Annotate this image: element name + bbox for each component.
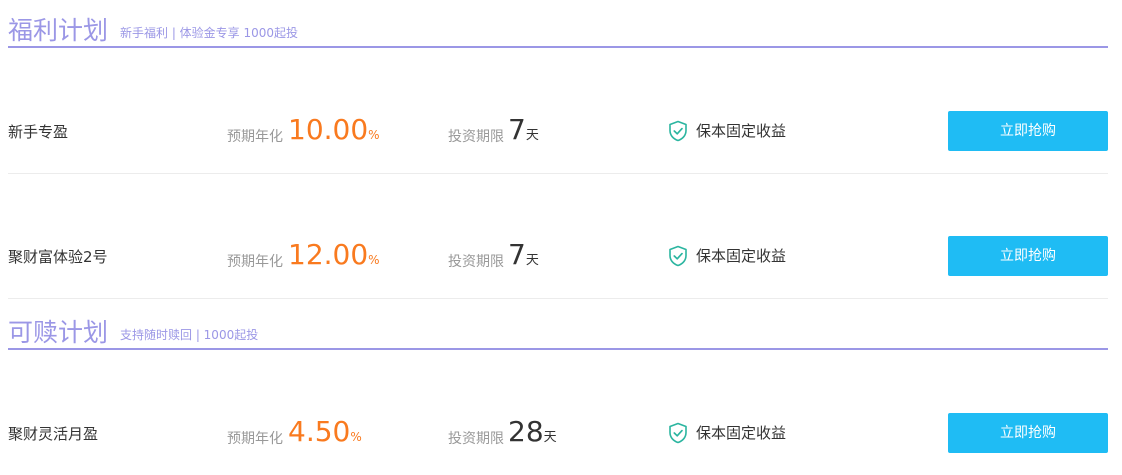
product-row: 新手专盈 预期年化 10.00% 投资期限 7天 保本固定收益 立即抢购 bbox=[8, 48, 1108, 174]
rate-number: 10.00 bbox=[288, 113, 369, 146]
buy-now-button[interactable]: 立即抢购 bbox=[948, 111, 1108, 151]
rate-unit: % bbox=[350, 430, 362, 444]
term-value: 7天 bbox=[508, 114, 539, 152]
shield-check-icon bbox=[669, 422, 687, 444]
guarantee-text: 保本固定收益 bbox=[696, 247, 787, 265]
product-name: 新手专盈 bbox=[8, 123, 69, 141]
term-number: 28 bbox=[508, 415, 544, 448]
guarantee-text: 保本固定收益 bbox=[696, 424, 787, 442]
term-label: 投资期限 bbox=[448, 129, 504, 145]
rate-number: 4.50 bbox=[288, 415, 351, 448]
rate-value: 12.00% bbox=[288, 239, 380, 276]
rate-value: 10.00% bbox=[288, 114, 380, 151]
term-number: 7 bbox=[508, 113, 526, 146]
term-value: 28天 bbox=[508, 416, 557, 454]
term-unit: 天 bbox=[525, 253, 539, 268]
rate-unit: % bbox=[368, 253, 380, 267]
term-number: 7 bbox=[508, 238, 526, 271]
term-label: 投资期限 bbox=[448, 431, 504, 447]
section-title: 可赎计划 bbox=[8, 318, 109, 347]
shield-check-icon bbox=[669, 245, 687, 267]
buy-now-button[interactable]: 立即抢购 bbox=[948, 236, 1108, 276]
section-header-welfare: 福利计划 新手福利 | 体验金专享 1000起投 bbox=[8, 16, 1108, 48]
rate-number: 12.00 bbox=[288, 238, 369, 271]
product-row: 聚财富体验2号 预期年化 12.00% 投资期限 7天 保本固定收益 立即抢购 bbox=[8, 173, 1108, 299]
product-name: 聚财富体验2号 bbox=[8, 248, 108, 266]
term-unit: 天 bbox=[525, 128, 539, 143]
term-value: 7天 bbox=[508, 239, 539, 277]
product-row: 聚财灵活月盈 预期年化 4.50% 投资期限 28天 保本固定收益 立即抢购 bbox=[8, 350, 1108, 475]
guarantee-text: 保本固定收益 bbox=[696, 122, 787, 140]
rate-unit: % bbox=[368, 128, 380, 142]
buy-now-button[interactable]: 立即抢购 bbox=[948, 413, 1108, 453]
section-subtitle: 支持随时赎回 | 1000起投 bbox=[120, 328, 259, 342]
section-subtitle: 新手福利 | 体验金专享 1000起投 bbox=[120, 26, 299, 40]
term-unit: 天 bbox=[543, 430, 557, 445]
term-label: 投资期限 bbox=[448, 254, 504, 270]
rate-label: 预期年化 bbox=[227, 254, 283, 270]
section-header-redeemable: 可赎计划 支持随时赎回 | 1000起投 bbox=[8, 318, 1108, 350]
section-title: 福利计划 bbox=[8, 16, 109, 45]
shield-check-icon bbox=[669, 120, 687, 142]
rate-label: 预期年化 bbox=[227, 129, 283, 145]
product-name: 聚财灵活月盈 bbox=[8, 425, 99, 443]
rate-label: 预期年化 bbox=[227, 431, 283, 447]
rate-value: 4.50% bbox=[288, 416, 362, 453]
